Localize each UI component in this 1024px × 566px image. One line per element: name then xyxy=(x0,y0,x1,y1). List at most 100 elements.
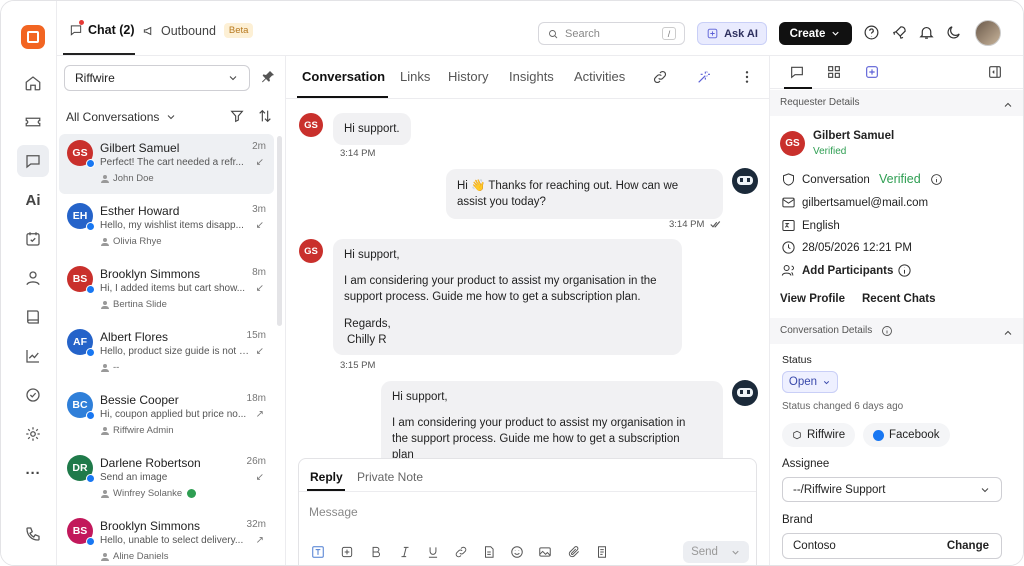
tab-conversation[interactable]: Conversation xyxy=(302,69,385,84)
ask-ai-button[interactable]: Ask AI xyxy=(697,22,767,45)
search-icon xyxy=(549,29,558,38)
list-item[interactable]: BS Brooklyn Simmons 32m Hello, unable to se… xyxy=(59,512,274,565)
list-item[interactable]: AF Albert Flores 15m Hello, product size gu… xyxy=(59,323,274,383)
underline-icon[interactable] xyxy=(426,545,442,561)
user-icon[interactable] xyxy=(17,262,49,294)
settings-icon[interactable] xyxy=(17,418,49,450)
verified-check-icon xyxy=(187,489,197,498)
brand-logo[interactable] xyxy=(21,25,45,49)
grid-icon[interactable] xyxy=(826,64,842,85)
person-icon xyxy=(101,174,109,183)
tab-outbound[interactable]: Outbound Beta xyxy=(142,23,254,38)
incoming-arrow-icon: ↙ xyxy=(255,472,264,483)
collapse-panel-icon[interactable] xyxy=(987,64,1003,85)
user-avatar[interactable] xyxy=(975,20,1001,46)
help-icon[interactable] xyxy=(863,24,881,42)
moon-icon[interactable] xyxy=(945,24,963,42)
list-item[interactable]: BC Bessie Cooper 18m Hi, coupon applied but… xyxy=(59,386,274,446)
create-button[interactable]: Create xyxy=(779,22,852,45)
pin-icon[interactable] xyxy=(260,69,276,85)
requester-details-header[interactable]: Requester Details xyxy=(770,90,1023,116)
link-icon[interactable] xyxy=(652,69,668,90)
tab-history[interactable]: History xyxy=(448,69,488,84)
chart-icon[interactable] xyxy=(17,340,49,372)
message-bubble: Hi support. xyxy=(333,113,411,145)
message-input[interactable]: Message xyxy=(309,505,358,519)
recent-chats-link[interactable]: Recent Chats xyxy=(862,293,936,305)
info-icon[interactable] xyxy=(897,263,912,283)
language-icon xyxy=(781,218,796,238)
ticket-icon[interactable] xyxy=(17,106,49,138)
top-bar: Chat (2) Outbound Beta Search / Ask AI C… xyxy=(57,1,1023,56)
tab-insights[interactable]: Insights xyxy=(509,69,554,84)
rocket-icon[interactable] xyxy=(891,24,909,42)
conversation-filter[interactable]: All Conversations xyxy=(66,110,177,124)
tab-private-note[interactable]: Private Note xyxy=(357,470,423,484)
agent-name: Bertina Slide xyxy=(113,299,167,310)
assignee-select[interactable]: --/Riffwire Support xyxy=(782,477,1002,502)
tab-reply[interactable]: Reply xyxy=(310,470,343,484)
book-icon[interactable] xyxy=(17,301,49,333)
format-text-icon[interactable] xyxy=(311,545,327,561)
template-icon[interactable] xyxy=(595,545,611,561)
chat-details-icon[interactable] xyxy=(789,64,805,85)
list-item[interactable]: BS Brooklyn Simmons 8m Hi, I added items bu… xyxy=(59,260,274,320)
scrollbar[interactable] xyxy=(277,136,282,326)
link-icon[interactable] xyxy=(454,545,470,561)
bold-icon[interactable] xyxy=(369,545,385,561)
add-box-icon[interactable] xyxy=(340,545,356,561)
calendar-check-icon[interactable] xyxy=(17,223,49,255)
facebook-icon xyxy=(86,159,95,168)
chat-icon[interactable] xyxy=(17,145,49,177)
article-icon[interactable] xyxy=(482,545,498,561)
chevron-up-icon xyxy=(1004,102,1012,107)
image-icon[interactable] xyxy=(538,545,554,561)
emoji-icon[interactable] xyxy=(510,545,526,561)
contact-name: Bessie Cooper xyxy=(100,393,179,407)
conversation-datetime: 28/05/2026 12:21 PM xyxy=(802,242,912,254)
conversation-details-header[interactable]: Conversation Details xyxy=(770,318,1023,344)
search-input[interactable]: Search / xyxy=(538,22,685,45)
list-item[interactable]: GS Gilbert Samuel 2m Perfect! The cart need… xyxy=(59,134,274,194)
brand-select[interactable]: Riffwire xyxy=(64,65,250,91)
italic-icon[interactable] xyxy=(398,545,414,561)
last-message-time: 18m xyxy=(246,393,266,404)
bell-icon[interactable] xyxy=(918,24,936,42)
agent-name: Riffwire Admin xyxy=(113,425,174,436)
ai-insight-icon[interactable] xyxy=(864,64,880,85)
phone-icon[interactable] xyxy=(17,518,49,550)
more-vertical-icon[interactable] xyxy=(739,69,755,90)
tab-chat[interactable]: Chat (2) xyxy=(69,23,135,37)
sort-icon[interactable] xyxy=(257,108,273,124)
ai-wand-icon[interactable] xyxy=(696,69,712,90)
check-circle-icon[interactable] xyxy=(17,379,49,411)
send-button[interactable]: Send xyxy=(683,541,749,563)
add-participants-link[interactable]: Add Participants xyxy=(802,265,893,277)
incoming-arrow-icon: ↙ xyxy=(255,220,264,231)
filter-icon[interactable] xyxy=(229,108,245,124)
conversation-label: Conversation xyxy=(802,174,870,186)
home-icon[interactable] xyxy=(17,67,49,99)
agent-name: -- xyxy=(113,362,120,373)
list-item[interactable]: EH Esther Howard 3m Hello, my wishlist item… xyxy=(59,197,274,257)
tab-links[interactable]: Links xyxy=(400,69,430,84)
attachment-icon[interactable] xyxy=(567,545,583,561)
change-brand-button[interactable]: Change xyxy=(947,540,989,552)
outgoing-arrow-icon: ↗ xyxy=(255,535,264,546)
last-message-time: 15m xyxy=(246,330,266,341)
agent-name: Aline Daniels xyxy=(113,551,169,562)
more-icon[interactable]: ··· xyxy=(17,457,49,489)
info-icon[interactable] xyxy=(930,173,943,191)
chevron-up-icon xyxy=(1004,330,1012,335)
list-item[interactable]: DR Darlene Robertson 26m Send an image ↙ Winf… xyxy=(59,449,274,509)
ai-icon[interactable]: Ai xyxy=(17,184,49,216)
tab-activities[interactable]: Activities xyxy=(574,69,625,84)
assigned-agent: Winfrey Solanke xyxy=(101,488,197,499)
status-dropdown[interactable]: Open xyxy=(782,371,838,393)
requester-language: English xyxy=(802,220,840,232)
view-profile-link[interactable]: View Profile xyxy=(780,293,845,305)
chevron-down-icon xyxy=(168,115,175,120)
requester-email[interactable]: gilbertsamuel@mail.com xyxy=(802,197,928,209)
message-preview: Hello, product size guide is not loa... xyxy=(100,346,250,357)
last-message-time: 2m xyxy=(252,141,266,152)
